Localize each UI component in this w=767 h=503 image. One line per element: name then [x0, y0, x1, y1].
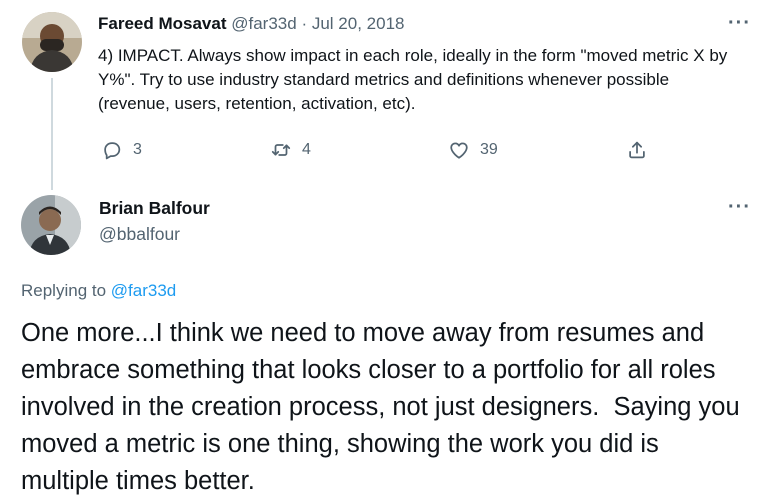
like-count: 39	[480, 141, 498, 158]
main-more-icon[interactable]: ···	[728, 196, 751, 219]
main-author-avatar[interactable]	[21, 195, 81, 255]
main-author-name[interactable]: Brian Balfour	[99, 198, 210, 219]
main-author-handle[interactable]: @bbalfour	[99, 224, 180, 245]
like-icon	[448, 139, 470, 161]
reply-icon	[101, 139, 123, 161]
retweet-button[interactable]: 4	[270, 139, 311, 161]
replying-to-label: Replying to	[21, 281, 107, 300]
parent-author-handle[interactable]: @far33d	[231, 14, 296, 33]
parent-tweet-date[interactable]: Jul 20, 2018	[312, 14, 405, 33]
replying-to-line: Replying to @far33d	[21, 281, 176, 301]
main-tweet-text: One more...I think we need to move away …	[21, 319, 747, 495]
reply-count: 3	[133, 141, 142, 158]
share-button[interactable]	[626, 139, 648, 161]
parent-tweet-header: Fareed Mosavat @far33d · Jul 20, 2018	[98, 14, 404, 34]
parent-author-avatar[interactable]	[22, 12, 82, 72]
share-icon	[626, 139, 648, 161]
parent-meta-separator: ·	[301, 14, 308, 33]
reply-button[interactable]: 3	[101, 139, 142, 161]
retweet-count: 4	[302, 141, 311, 158]
retweet-icon	[270, 139, 292, 161]
parent-more-icon[interactable]: ···	[728, 12, 751, 35]
parent-author-name[interactable]: Fareed Mosavat	[98, 14, 227, 33]
like-button[interactable]: 39	[448, 139, 498, 161]
replying-to-mention[interactable]: @far33d	[111, 281, 176, 300]
thread-connector-line	[51, 78, 53, 190]
parent-tweet-text: 4) IMPACT. Always show impact in each ro…	[98, 46, 728, 113]
